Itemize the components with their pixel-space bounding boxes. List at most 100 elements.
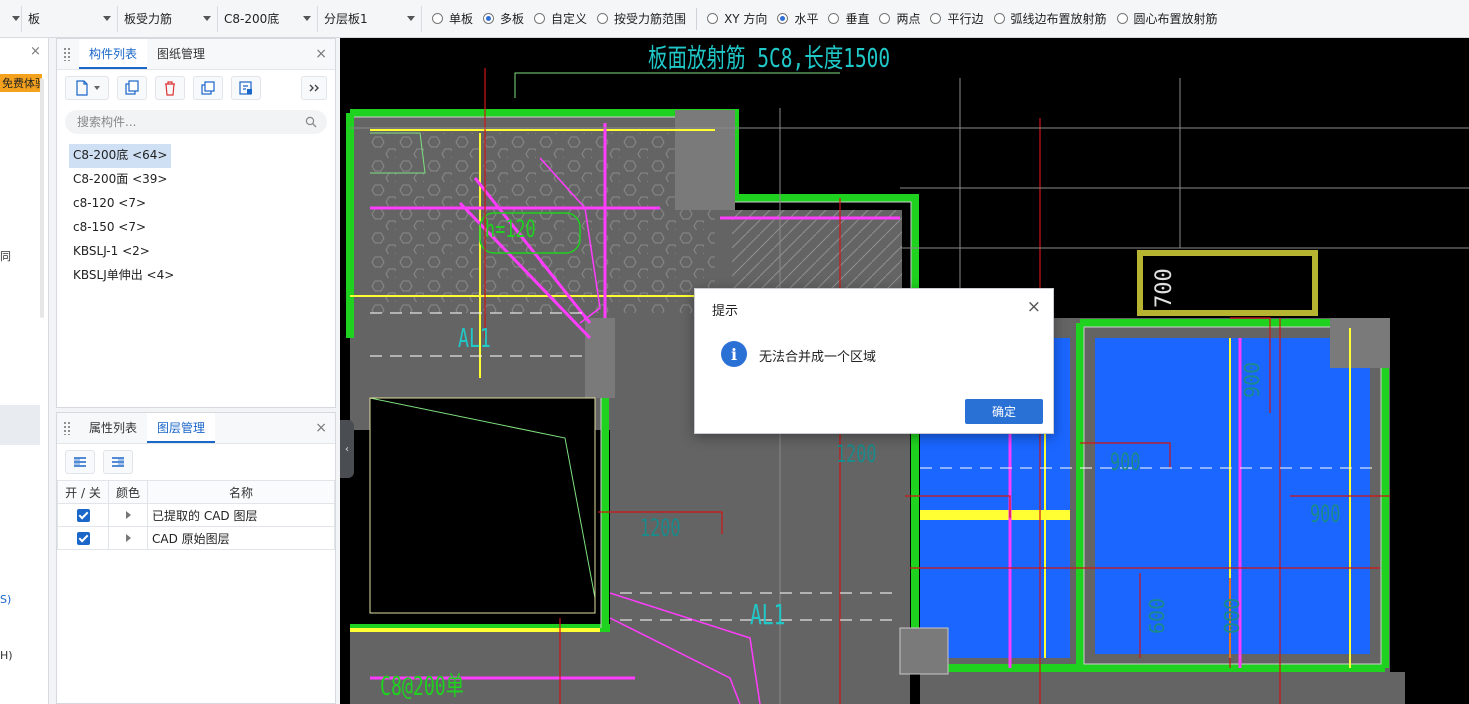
- layer-hide-all-button[interactable]: [103, 450, 133, 474]
- cad-text-dimension: 600: [1145, 597, 1169, 634]
- radio-label: 平行边: [947, 12, 984, 26]
- dropdown-component[interactable]: C8-200底: [218, 5, 318, 32]
- panel-collapse-handle[interactable]: ‹: [340, 420, 354, 478]
- layer-show-all-button[interactable]: [65, 450, 95, 474]
- layer-table: 开 / 关 颜色 名称 已提取的 CAD 图层 CAD 原始图层: [57, 480, 335, 550]
- dialog-title: 提示: [712, 304, 739, 319]
- radio-center-radial[interactable]: 圆心布置放射筋: [1116, 10, 1218, 27]
- left-collapsed-panel: × 免费体验 同 S) H): [0, 38, 49, 704]
- left-panel-close-icon[interactable]: ×: [30, 44, 41, 59]
- radio-dot: [777, 13, 789, 24]
- more-tools-button[interactable]: [301, 76, 327, 100]
- left-strip-label: S): [0, 593, 12, 606]
- radio-label: 弧线边布置放射筋: [1010, 12, 1107, 26]
- radio-label: 单板: [449, 12, 474, 26]
- drag-grip-icon[interactable]: [63, 421, 71, 435]
- radio-dot: [534, 13, 546, 24]
- layer-panel-close-icon[interactable]: ×: [315, 420, 327, 436]
- list-item[interactable]: C8-200底 <64>: [69, 144, 172, 168]
- column-header: 开 / 关: [57, 480, 109, 504]
- column-header: 颜色: [108, 480, 148, 504]
- layer-stack-icon: [74, 457, 86, 467]
- tab-component-list[interactable]: 构件列表: [79, 39, 148, 69]
- table-row[interactable]: 已提取的 CAD 图层: [57, 503, 335, 527]
- tab-layer-management[interactable]: 图层管理: [147, 413, 216, 443]
- hatched-slab[interactable]: [732, 210, 902, 290]
- radio-arc-radial[interactable]: 弧线边布置放射筋: [993, 10, 1107, 27]
- ok-button[interactable]: 确定: [965, 399, 1043, 424]
- tab-property-list[interactable]: 属性列表: [79, 413, 147, 443]
- beam: [350, 628, 600, 632]
- radio-label: 水平: [794, 12, 819, 26]
- radio-dot: [707, 13, 719, 24]
- radio-custom[interactable]: 自定义: [534, 10, 587, 27]
- component-search-input[interactable]: [75, 114, 279, 130]
- prompt-dialog: 提示 × i 无法合并成一个区域 确定: [694, 288, 1054, 434]
- dropdown-layer[interactable]: 分层板1: [318, 5, 422, 32]
- left-strip-scrollbar[interactable]: [40, 78, 44, 318]
- copy-component-button[interactable]: [117, 76, 147, 100]
- radio-xy-direction[interactable]: XY 方向: [707, 10, 767, 27]
- column[interactable]: [1330, 318, 1390, 368]
- dropdown-type[interactable]: [0, 5, 22, 32]
- beam: [920, 510, 1070, 520]
- radio-dot: [828, 13, 840, 24]
- expand-triangle-icon[interactable]: [125, 534, 131, 542]
- cad-text-thickness: h=120: [485, 215, 536, 243]
- radio-single-slab[interactable]: 单板: [432, 10, 473, 27]
- cad-text-dimension: 700: [1152, 268, 1177, 308]
- dropdown-element-type-value: 板: [28, 12, 41, 26]
- cad-text-dimension: 000: [1220, 597, 1244, 634]
- component-panel-close-icon[interactable]: ×: [315, 46, 327, 62]
- list-item[interactable]: c8-150 <7>: [69, 216, 150, 240]
- list-item[interactable]: C8-200面 <39>: [69, 168, 171, 192]
- dropdown-element-type[interactable]: 板: [22, 5, 118, 32]
- tab-drawing-management[interactable]: 图纸管理: [147, 39, 215, 69]
- list-item[interactable]: c8-120 <7>: [69, 192, 150, 216]
- chevron-double-right-icon: [309, 84, 319, 92]
- cad-text-dimension: 1200: [836, 440, 877, 468]
- radio-dot: [879, 13, 891, 24]
- left-strip-selected-item[interactable]: [0, 405, 40, 445]
- search-icon[interactable]: [305, 116, 317, 128]
- radio-vertical[interactable]: 垂直: [828, 10, 869, 27]
- dialog-close-icon[interactable]: ×: [1027, 297, 1041, 317]
- delete-component-button[interactable]: [155, 76, 185, 100]
- radio-dot: [432, 13, 443, 24]
- radio-parallel-edge[interactable]: 平行边: [930, 10, 984, 27]
- new-component-button[interactable]: [65, 76, 109, 100]
- list-item[interactable]: KBSLJ-1 <2>: [69, 240, 154, 264]
- component-search: [65, 110, 327, 134]
- column[interactable]: [899, 627, 949, 675]
- trash-icon: [165, 81, 175, 96]
- duplicate-floor-button[interactable]: [193, 76, 223, 100]
- free-trial-badge[interactable]: 免费体验: [0, 74, 42, 92]
- cad-text-dimension: 900: [1110, 448, 1141, 476]
- radio-dot: [483, 13, 495, 24]
- radio-multi-slab[interactable]: 多板: [483, 10, 524, 27]
- layer-management-panel: 属性列表 图层管理 × 开 / 关 颜色 名称 已提取的 CAD 图层 CAD …: [56, 412, 336, 704]
- drag-grip-icon[interactable]: [63, 47, 71, 61]
- layer-name: CAD 原始图层: [147, 526, 335, 550]
- expand-triangle-icon[interactable]: [125, 511, 131, 519]
- left-strip-label: 同: [0, 250, 11, 263]
- radio-label: 多板: [500, 12, 525, 26]
- radio-rebar-range[interactable]: 按受力筋范围: [597, 10, 686, 27]
- radio-horizontal[interactable]: 水平: [777, 10, 818, 27]
- radio-label: 自定义: [551, 12, 588, 26]
- column[interactable]: [585, 318, 615, 398]
- extract-component-button[interactable]: [231, 76, 261, 100]
- table-row[interactable]: CAD 原始图层: [57, 526, 335, 550]
- dropdown-element-subtype[interactable]: 板受力筋: [118, 5, 218, 32]
- void-region: [370, 398, 595, 613]
- radio-dot: [993, 13, 1005, 24]
- column[interactable]: [675, 110, 735, 210]
- left-strip-label: H): [0, 649, 13, 662]
- radio-two-points[interactable]: 两点: [879, 10, 920, 27]
- slab-region[interactable]: [930, 672, 1405, 704]
- layer-visibility-checkbox[interactable]: [76, 508, 90, 522]
- list-item[interactable]: KBSLJ单伸出 <4>: [69, 264, 178, 288]
- layer-visibility-checkbox[interactable]: [76, 531, 90, 545]
- layer-toolbar: [57, 444, 335, 480]
- cad-text-beam-label: AL1: [750, 598, 786, 631]
